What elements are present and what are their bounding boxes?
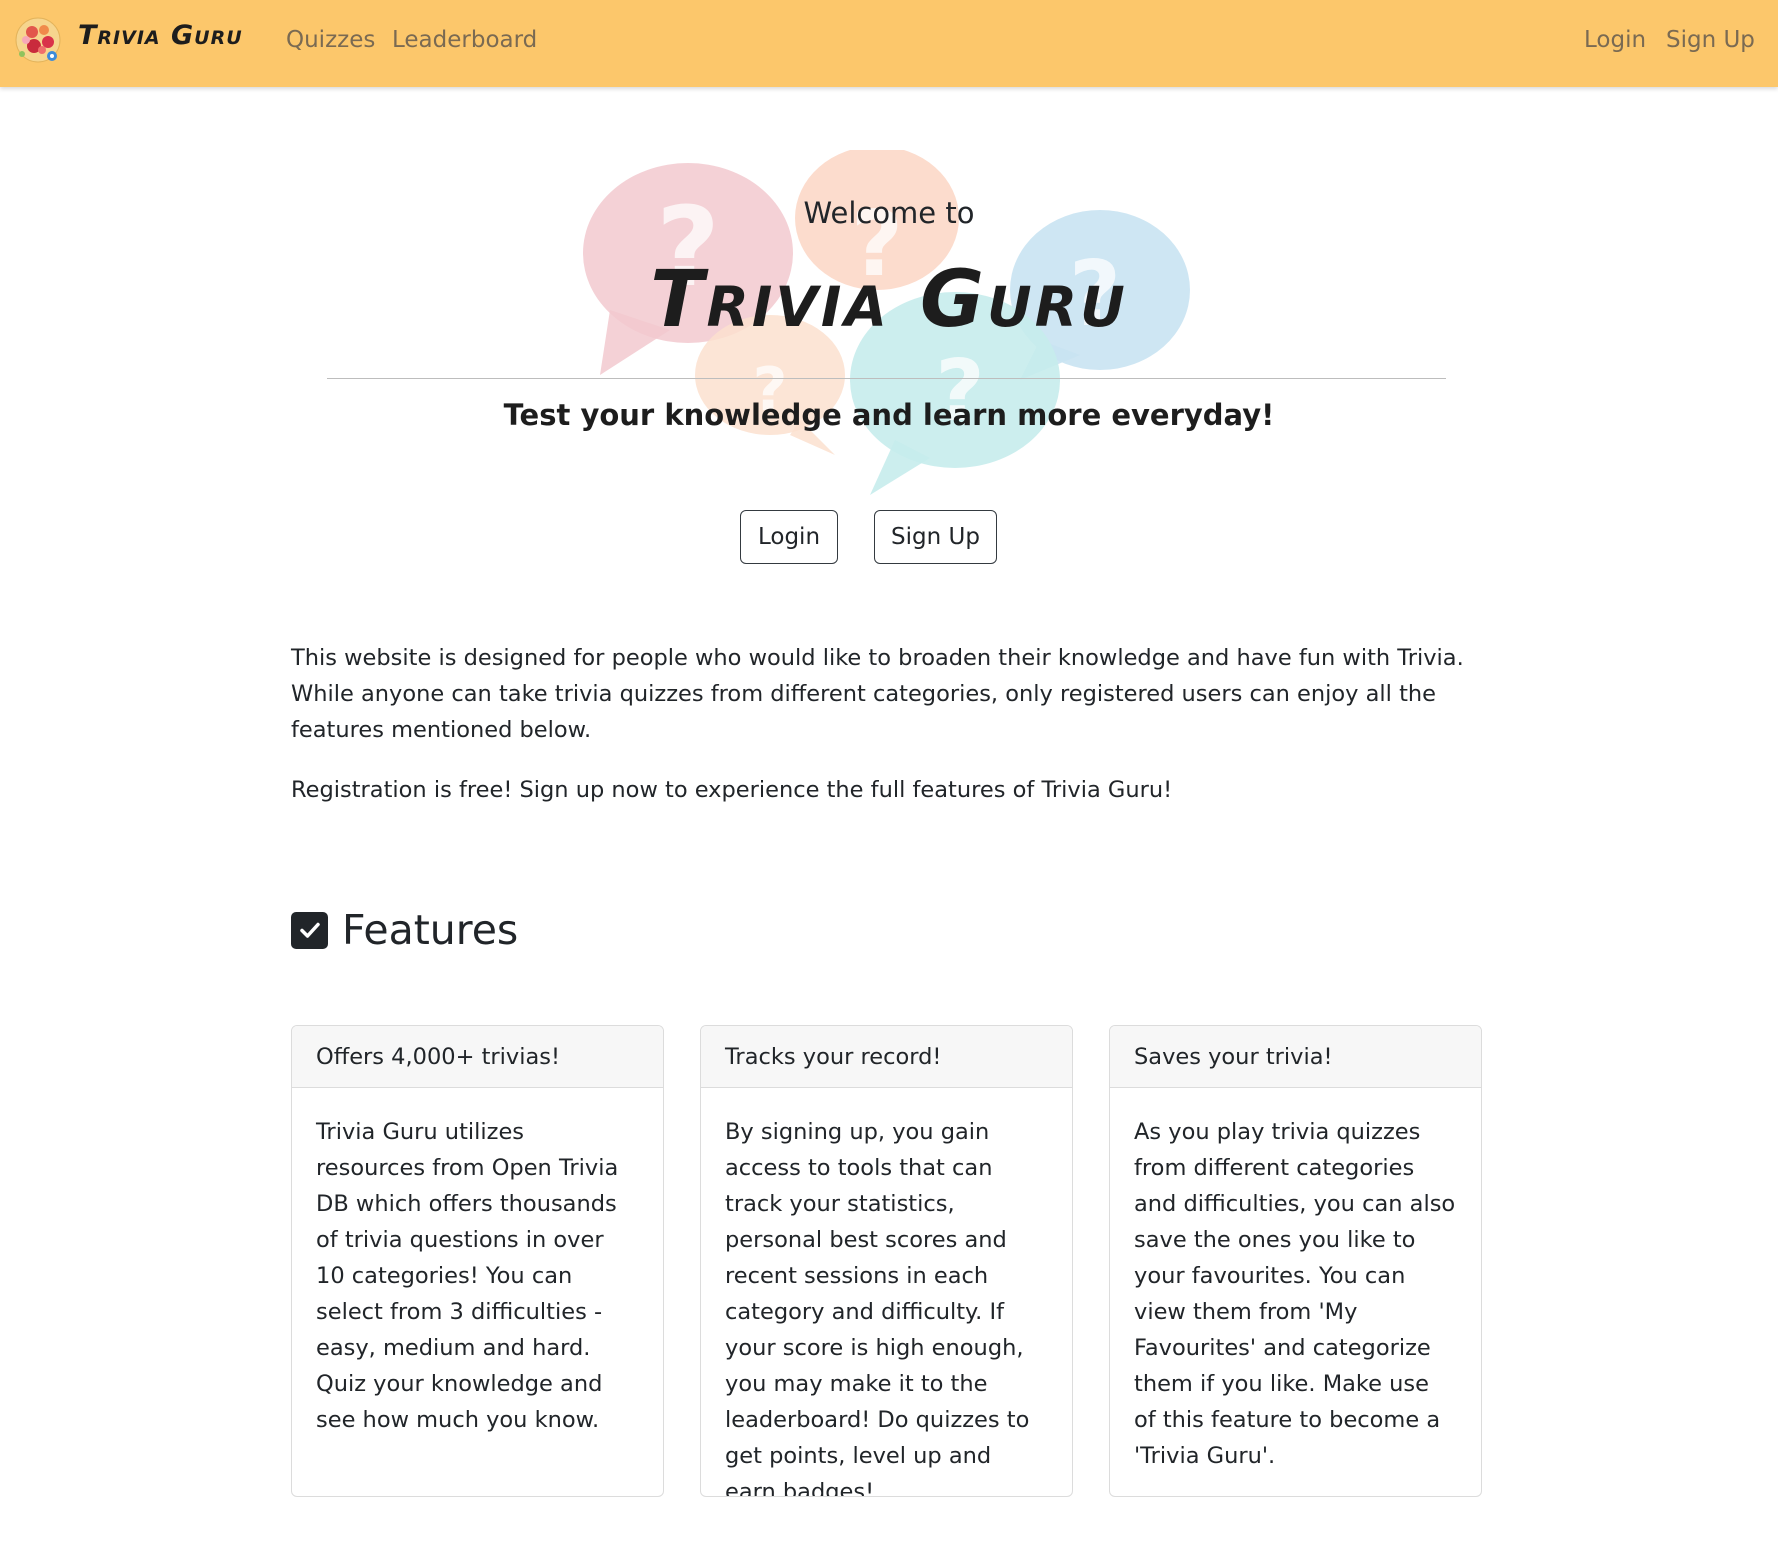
- brand-name[interactable]: Trivia Guru: [78, 20, 243, 51]
- features-title: Features: [342, 906, 519, 954]
- feature-card-record: Tracks your record! By signing up, you g…: [700, 1025, 1073, 1497]
- feature-card-trivias: Offers 4,000+ trivias! Trivia Guru utili…: [291, 1025, 664, 1497]
- feature-card-saves: Saves your trivia! As you play trivia qu…: [1109, 1025, 1482, 1497]
- card-header: Offers 4,000+ trivias!: [292, 1026, 663, 1088]
- hero-welcome-text: Welcome to: [803, 196, 975, 230]
- card-body: By signing up, you gain access to tools …: [725, 1119, 1030, 1497]
- hero-tagline: Test your knowledge and learn more every…: [503, 398, 1275, 432]
- card-body: As you play trivia quizzes from differen…: [1134, 1119, 1456, 1469]
- hero-login-button[interactable]: Login: [740, 510, 838, 564]
- nav-link-leaderboard[interactable]: Leaderboard: [392, 27, 537, 53]
- check-square-icon: [291, 911, 328, 949]
- registration-paragraph: Registration is free! Sign up now to exp…: [291, 777, 1173, 803]
- card-body: Trivia Guru utilizes resources from Open…: [316, 1119, 619, 1433]
- features-heading: Features: [291, 902, 518, 958]
- nav-link-signup[interactable]: Sign Up: [1666, 27, 1755, 53]
- logo-brain-icon[interactable]: [12, 14, 64, 68]
- card-header: Saves your trivia!: [1110, 1026, 1481, 1088]
- nav-link-quizzes[interactable]: Quizzes: [286, 27, 375, 53]
- hero-title: Trivia Guru: [650, 255, 1128, 345]
- card-header: Tracks your record!: [701, 1026, 1072, 1088]
- navbar: Trivia Guru Quizzes Leaderboard Login Si…: [0, 0, 1778, 87]
- hero-divider: [327, 378, 1446, 379]
- hero-signup-button[interactable]: Sign Up: [874, 510, 997, 564]
- intro-paragraph: This website is designed for people who …: [291, 645, 1464, 743]
- nav-link-login[interactable]: Login: [1584, 27, 1646, 53]
